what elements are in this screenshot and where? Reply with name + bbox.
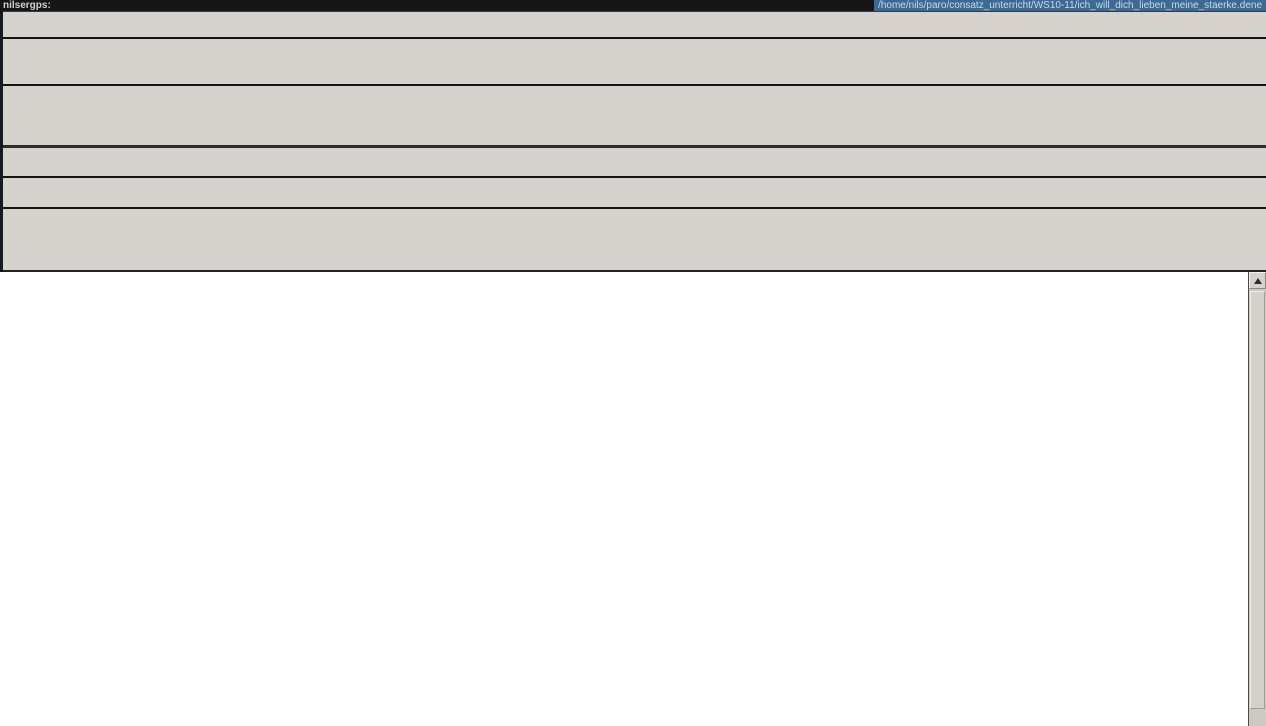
snippet-bar bbox=[3, 148, 1266, 178]
command-menu-bar bbox=[3, 178, 1266, 209]
titlebar-file-path: /home/nils/paro/consatz_unterricht/WS10-… bbox=[874, 0, 1266, 11]
main-toolbar bbox=[3, 39, 1266, 86]
menu-bar bbox=[3, 11, 1266, 39]
duration-toolbar bbox=[3, 86, 1266, 148]
vertical-scrollbar[interactable] bbox=[1248, 272, 1266, 726]
scroll-up-button[interactable] bbox=[1249, 272, 1266, 289]
toolbar-stack bbox=[0, 11, 1266, 272]
titlebar-host-label: nilsergps: bbox=[0, 0, 54, 11]
up-arrow-icon bbox=[1254, 278, 1262, 284]
scrollbar-thumb[interactable] bbox=[1250, 291, 1265, 709]
window-titlebar: nilsergps: /home/nils/paro/consatz_unter… bbox=[0, 0, 1266, 11]
score-canvas[interactable] bbox=[0, 272, 1248, 726]
directive-button-row-1 bbox=[3, 209, 1266, 240]
directive-button-row-2 bbox=[3, 240, 1266, 272]
